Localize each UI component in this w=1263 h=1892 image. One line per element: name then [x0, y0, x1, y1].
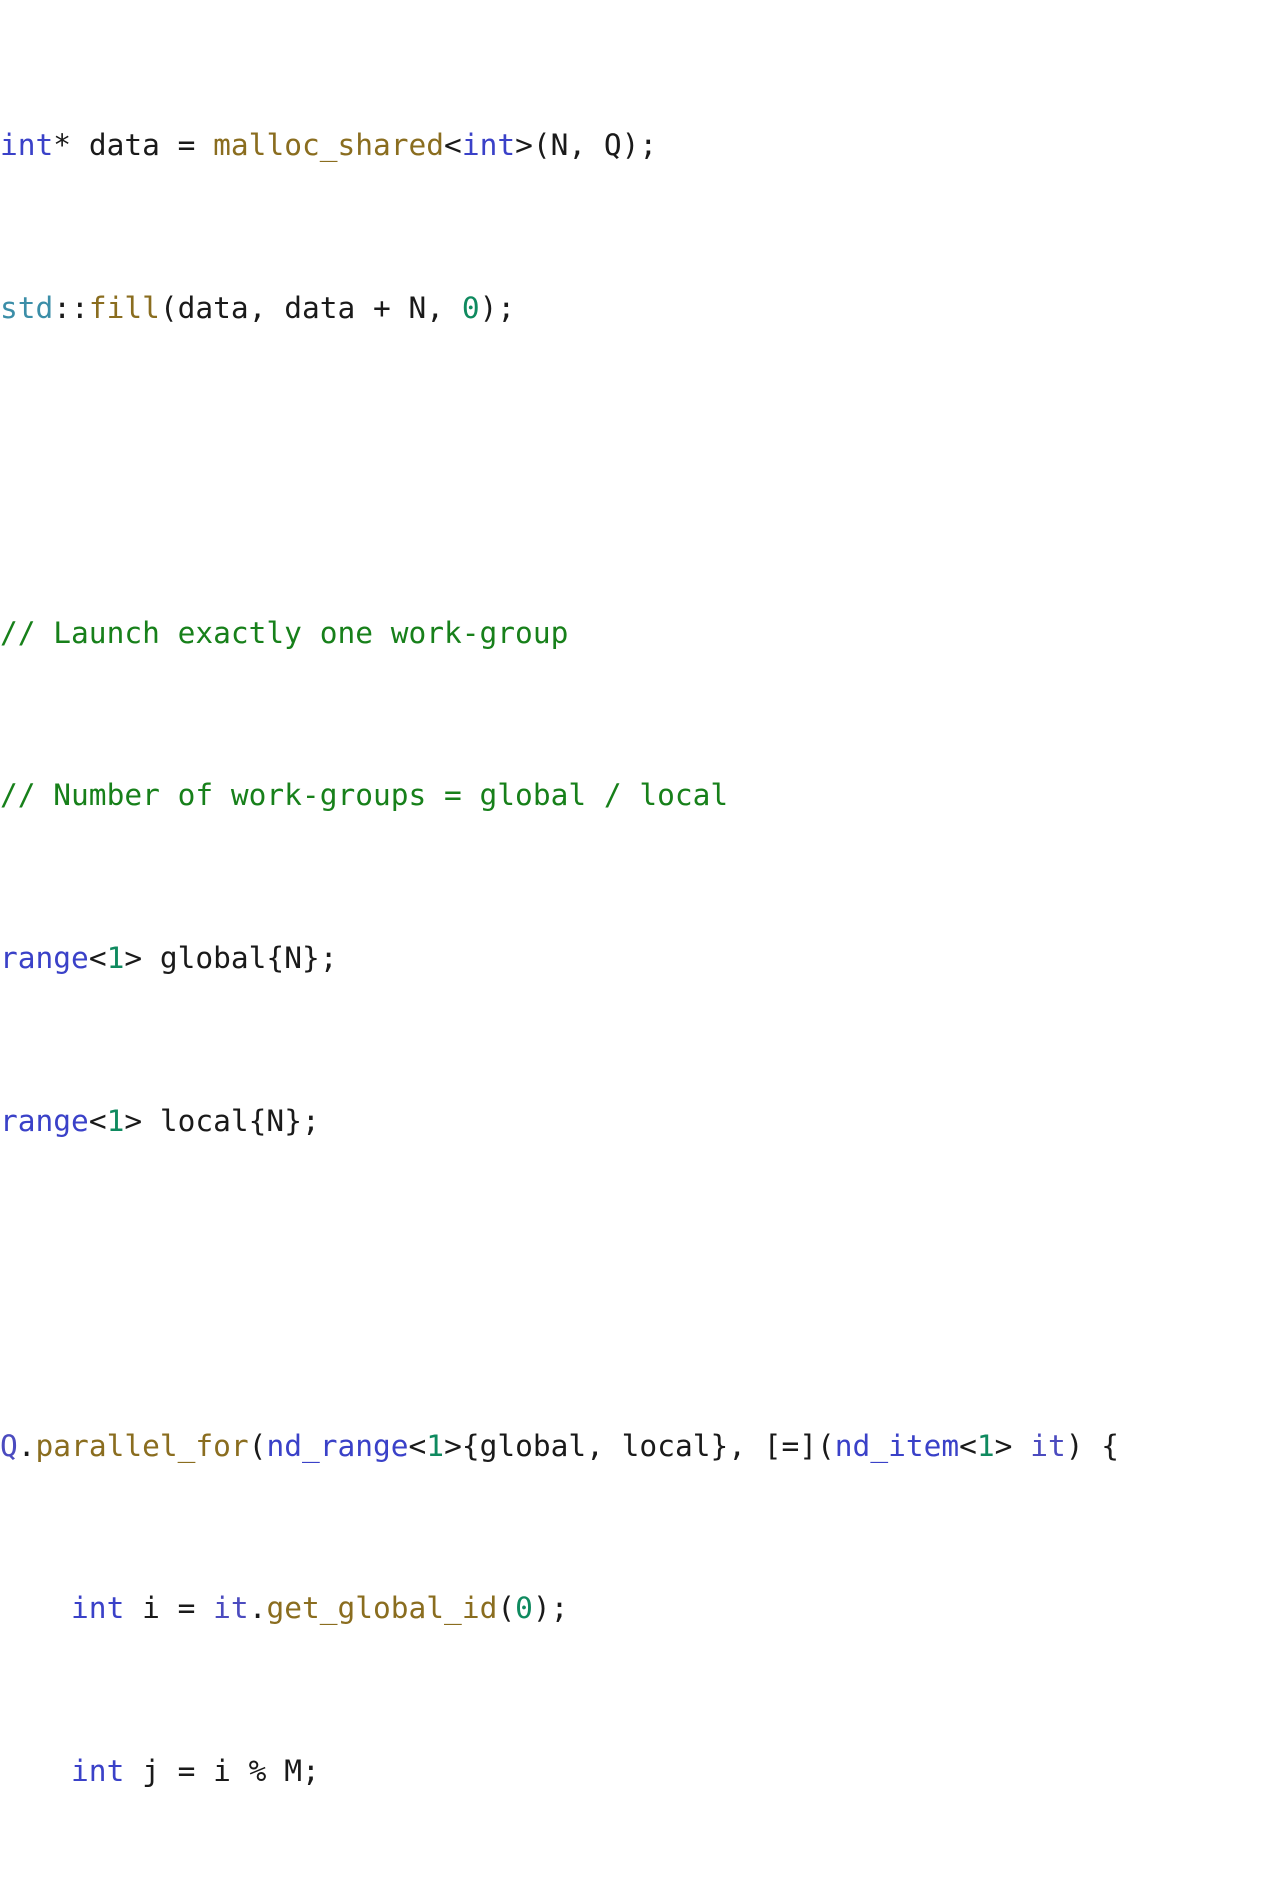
token-type: range	[0, 1103, 89, 1138]
code-line-2: std::fill(data, data + N, 0);	[0, 288, 1263, 329]
token-number: 1	[106, 1103, 125, 1138]
token-number: 1	[426, 1428, 445, 1463]
token-type: int	[461, 127, 516, 162]
code-line-10: int i = it.get_global_id(0);	[0, 1588, 1263, 1629]
token-plain: >{global, local}, [=](	[444, 1428, 835, 1463]
token-variable: it	[213, 1591, 249, 1626]
token-plain: j = i % M;	[124, 1754, 320, 1789]
token-plain: > global{N};	[124, 941, 338, 976]
token-comment: // Number of work-groups = global / loca…	[0, 778, 729, 813]
token-plain: * data =	[53, 127, 214, 162]
token-plain: >	[994, 1428, 1031, 1463]
token-plain: ::	[53, 290, 89, 325]
token-plain: .	[248, 1591, 267, 1626]
token-variable: Q	[0, 1428, 18, 1463]
code-listing: int* data = malloc_shared<int>(N, Q); st…	[0, 3, 1263, 1892]
code-line-1: int* data = malloc_shared<int>(N, Q);	[0, 125, 1263, 166]
token-plain: (data, data + N,	[159, 290, 462, 325]
token-number: 0	[461, 290, 480, 325]
token-type: int	[71, 1591, 125, 1626]
token-plain: );	[479, 290, 516, 325]
token-plain: >(N, Q);	[515, 127, 658, 162]
token-type: nd_item	[834, 1428, 960, 1463]
code-line-8-blank	[0, 1263, 1263, 1304]
token-number: 1	[976, 1428, 995, 1463]
code-line-4: // Launch exactly one work-group	[0, 613, 1263, 654]
code-line-5: // Number of work-groups = global / loca…	[0, 775, 1263, 816]
token-variable: it	[1030, 1428, 1066, 1463]
token-plain: > local{N};	[124, 1103, 320, 1138]
token-type: int	[0, 127, 54, 162]
token-comment: // Launch exactly one work-group	[0, 615, 569, 650]
token-plain: );	[532, 1591, 569, 1626]
token-plain: <	[88, 941, 107, 976]
token-function: get_global_id	[266, 1591, 498, 1626]
token-plain: <	[408, 1428, 427, 1463]
token-plain: <	[88, 1103, 107, 1138]
token-namespace: std	[0, 290, 54, 325]
token-function: malloc_shared	[213, 127, 445, 162]
code-line-9: Q.parallel_for(nd_range<1>{global, local…	[0, 1426, 1263, 1467]
token-plain: (	[497, 1591, 516, 1626]
token-plain: <	[959, 1428, 977, 1463]
code-line-11: int j = i % M;	[0, 1751, 1263, 1792]
token-number: 0	[515, 1591, 533, 1626]
token-type: int	[71, 1754, 125, 1789]
code-line-7: range<1> local{N};	[0, 1101, 1263, 1142]
token-number: 1	[106, 941, 125, 976]
token-plain: ) {	[1065, 1428, 1120, 1463]
token-plain: (	[248, 1428, 267, 1463]
code-line-3-blank	[0, 450, 1263, 491]
token-plain: .	[17, 1428, 36, 1463]
token-plain: i =	[124, 1591, 214, 1626]
token-type: nd_range	[266, 1428, 409, 1463]
token-type: range	[0, 941, 89, 976]
token-plain: <	[444, 127, 462, 162]
token-function: fill	[88, 290, 160, 325]
code-line-6: range<1> global{N};	[0, 938, 1263, 979]
token-function: parallel_for	[35, 1428, 249, 1463]
